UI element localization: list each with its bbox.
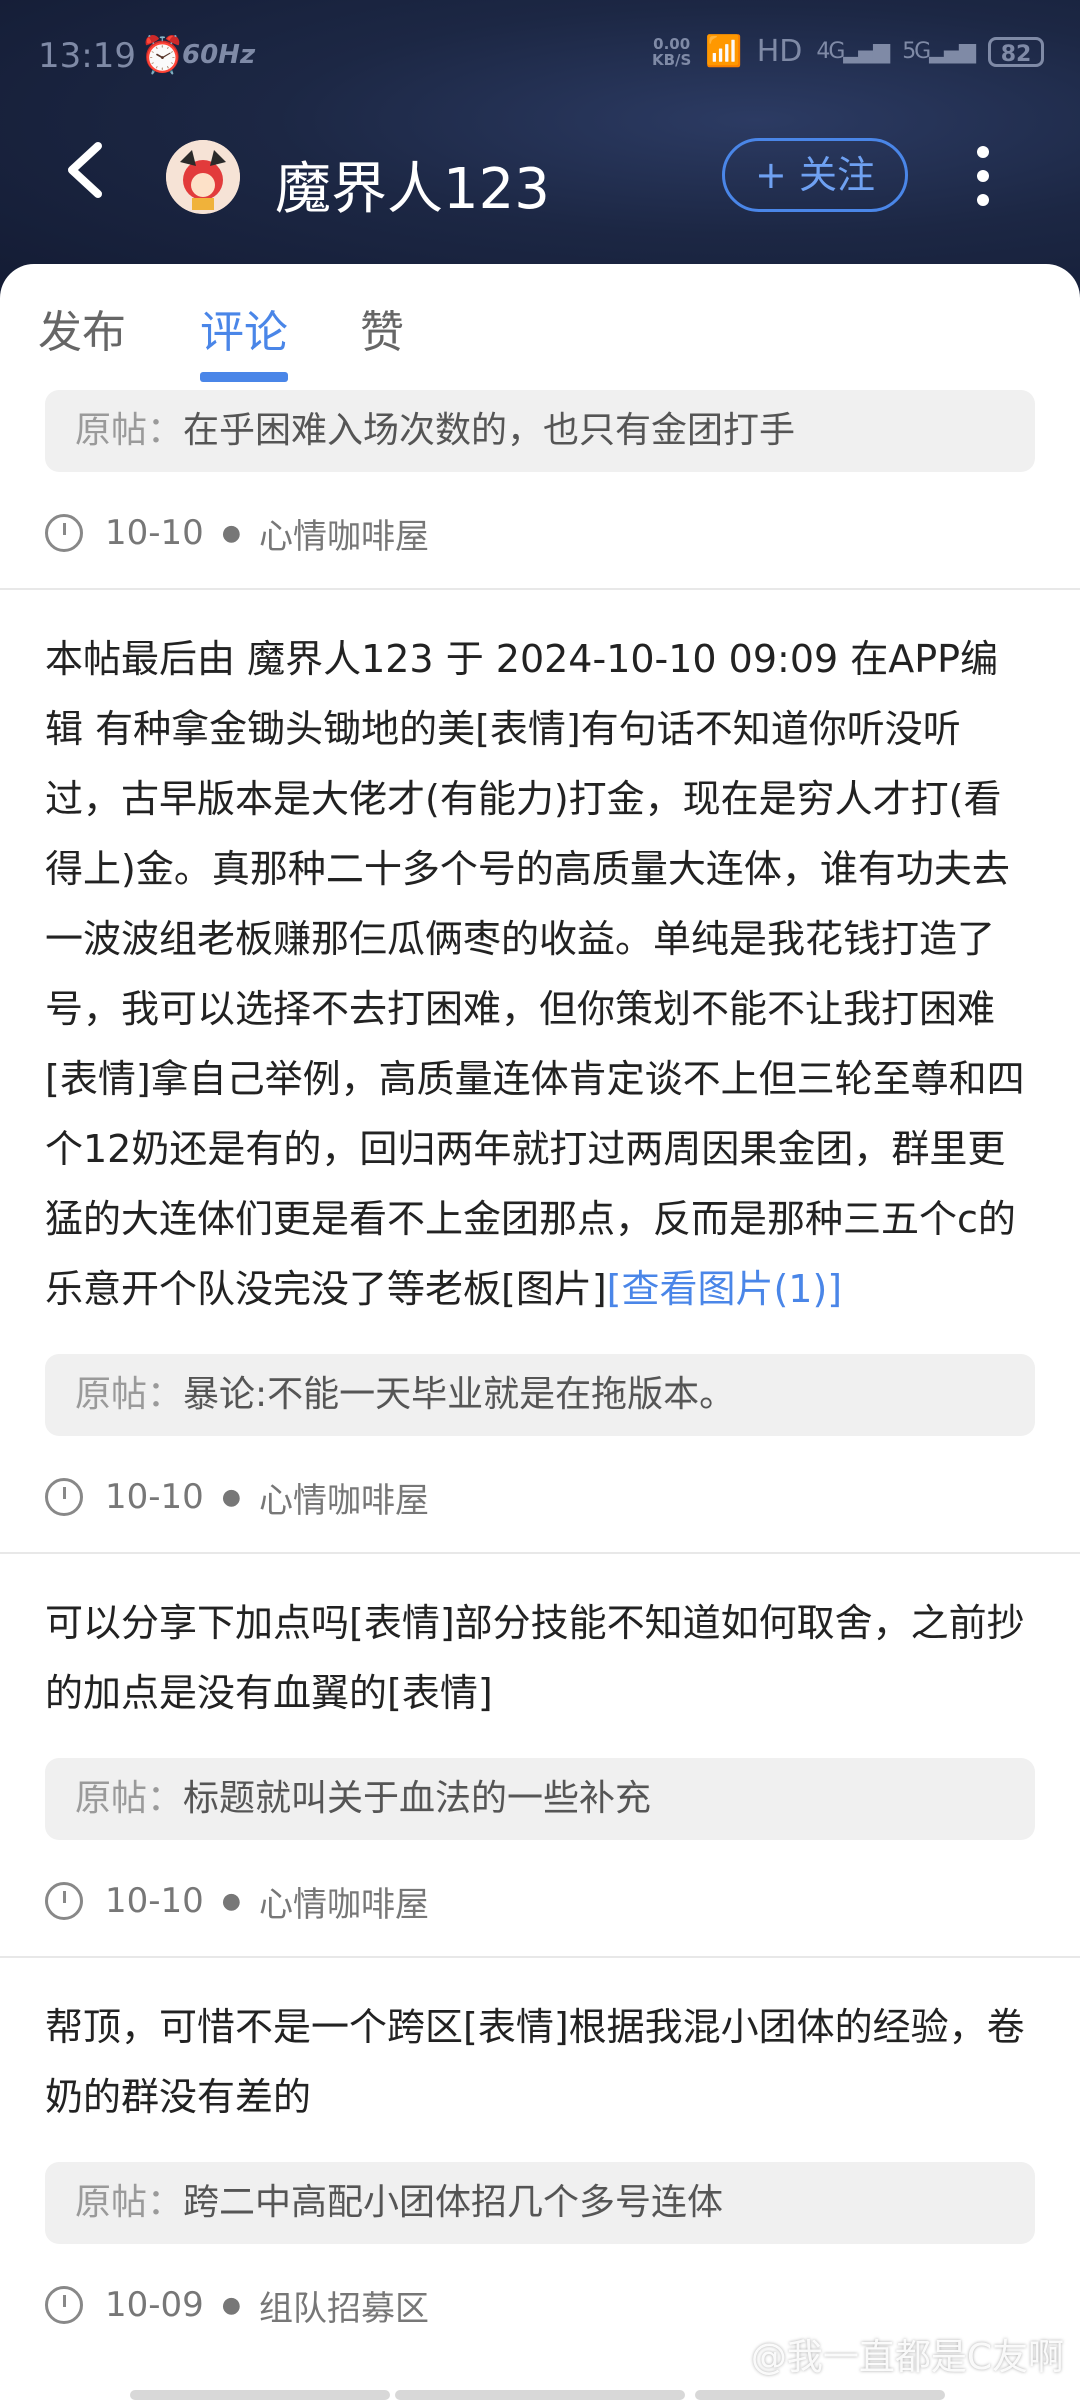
comment-meta: 10-10 ● 心情咖啡屋 xyxy=(45,1472,1080,1522)
clock-icon xyxy=(45,514,83,552)
tab-comments[interactable]: 评论 xyxy=(200,296,288,360)
clock-icon xyxy=(45,1882,83,1920)
divider xyxy=(0,588,1080,590)
profile-username: 魔界人123 xyxy=(275,157,550,222)
tab-likes[interactable]: 赞 xyxy=(360,296,404,360)
avatar[interactable] xyxy=(166,140,240,214)
board-name[interactable]: 心情咖啡屋 xyxy=(259,509,429,558)
content-sheet: 发布 评论 赞 原帖：在乎困难入场次数的，也只有金团打手 10-10 ● 心情咖… xyxy=(0,264,1080,2400)
more-vertical-icon[interactable] xyxy=(968,140,998,210)
wifi-icon: 📶 xyxy=(705,34,743,69)
tab-posts[interactable]: 发布 xyxy=(38,296,126,360)
back-arrow-icon[interactable] xyxy=(62,140,122,210)
comment-list: 原帖：在乎困难入场次数的，也只有金团打手 10-10 ● 心情咖啡屋 本帖最后由… xyxy=(0,390,1080,2330)
comment-date: 10-09 xyxy=(105,2285,204,2325)
original-post-quote[interactable]: 原帖：在乎困难入场次数的，也只有金团打手 xyxy=(45,390,1035,472)
hd-label: HD xyxy=(756,34,803,69)
refresh-rate: 60Hz xyxy=(182,40,256,70)
profile-tabs: 发布 评论 赞 xyxy=(0,264,1080,390)
comment-text: 可以分享下加点吗[表情]部分技能不知道如何取舍，之前抄的加点是没有血翼的[表情] xyxy=(45,1601,1025,1715)
comment-meta: 10-10 ● 心情咖啡屋 xyxy=(45,508,1080,558)
board-name[interactable]: 心情咖啡屋 xyxy=(259,1877,429,1926)
divider xyxy=(0,1552,1080,1554)
profile-header: 13:19 ⏰ 60Hz 0.00 KB/S 📶 HD 4G▂▄▆ 5G▂▄▆ … xyxy=(0,0,1080,300)
battery-icon: 82 xyxy=(988,36,1044,67)
scroll-indicator xyxy=(695,2390,945,2400)
original-post-quote[interactable]: 原帖：标题就叫关于血法的一些补充 xyxy=(45,1758,1035,1840)
comment-text: 本帖最后由 魔界人123 于 2024-10-10 09:09 在APP编辑 有… xyxy=(45,637,1025,1311)
signal-5g-icon: 5G▂▄▆ xyxy=(902,39,976,64)
board-name[interactable]: 心情咖啡屋 xyxy=(259,1473,429,1522)
clock-icon xyxy=(45,2286,83,2324)
comment-meta: 10-10 ● 心情咖啡屋 xyxy=(45,1876,1080,1926)
watermark: @我一直都是C友啊 xyxy=(750,2337,1064,2378)
comment-date: 10-10 xyxy=(105,1477,204,1517)
comment-item[interactable]: 可以分享下加点吗[表情]部分技能不知道如何取舍，之前抄的加点是没有血翼的[表情]… xyxy=(0,1588,1080,1958)
original-post-quote[interactable]: 原帖：暴论:不能一天毕业就是在拖版本。 xyxy=(45,1354,1035,1436)
status-time: 13:19 xyxy=(38,36,136,76)
status-bar: 13:19 ⏰ 60Hz 0.00 KB/S 📶 HD 4G▂▄▆ 5G▂▄▆ … xyxy=(0,0,1080,110)
signal-4g-icon: 4G▂▄▆ xyxy=(816,39,890,64)
follow-button[interactable]: + 关注 xyxy=(722,138,908,212)
alarm-icon: ⏰ xyxy=(140,35,185,76)
original-post-quote[interactable]: 原帖：跨二中高配小团体招几个多号连体 xyxy=(45,2162,1035,2244)
comment-item[interactable]: 原帖：在乎困难入场次数的，也只有金团打手 10-10 ● 心情咖啡屋 xyxy=(0,390,1080,590)
board-name[interactable]: 组队招募区 xyxy=(259,2281,429,2330)
net-speed: 0.00 KB/S xyxy=(652,34,692,69)
active-tab-indicator xyxy=(200,372,288,382)
comment-text: 帮顶，可惜不是一个跨区[表情]根据我混小团体的经验，卷奶的群没有差的 xyxy=(45,2005,1025,2119)
scroll-indicator xyxy=(130,2390,390,2400)
comment-date: 10-10 xyxy=(105,513,204,553)
scroll-indicator xyxy=(395,2390,685,2400)
comment-item[interactable]: 本帖最后由 魔界人123 于 2024-10-10 09:09 在APP编辑 有… xyxy=(0,624,1080,1554)
comment-date: 10-10 xyxy=(105,1881,204,1921)
top-nav: 魔界人123 + 关注 xyxy=(0,120,1080,240)
comment-meta: 10-09 ● 组队招募区 xyxy=(45,2280,1080,2330)
view-image-link[interactable]: [查看图片(1)] xyxy=(607,1267,842,1311)
divider xyxy=(0,1956,1080,1958)
clock-icon xyxy=(45,1478,83,1516)
comment-item[interactable]: 帮顶，可惜不是一个跨区[表情]根据我混小团体的经验，卷奶的群没有差的 原帖：跨二… xyxy=(0,1992,1080,2330)
